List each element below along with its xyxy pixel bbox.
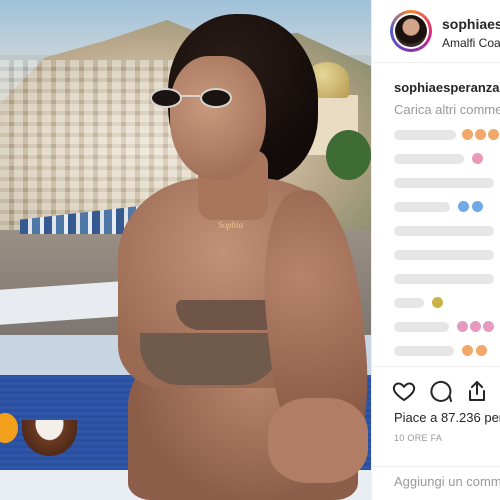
- blurred-comment: [394, 322, 449, 332]
- emoji-icon: [472, 201, 483, 212]
- face: [170, 56, 266, 180]
- avatar-image: [395, 15, 427, 47]
- blurred-comment: [394, 274, 494, 284]
- emoji-icon: [462, 345, 473, 356]
- post-location[interactable]: Amalfi Coast: [442, 36, 500, 50]
- blurred-comment: [394, 178, 494, 188]
- sunglasses: [150, 88, 246, 108]
- right-lens: [200, 88, 232, 108]
- emoji-icon: [462, 129, 473, 140]
- blurred-comment: [394, 202, 450, 212]
- blurred-comment: [394, 154, 464, 164]
- post-side-panel: sophiaesperanza Amalfi Coast sophiaesper…: [371, 0, 500, 500]
- post-timestamp: 10 ORE FA: [394, 433, 443, 443]
- hands: [268, 398, 368, 483]
- blurred-comment: [394, 250, 494, 260]
- necklace-text: Sophia: [218, 220, 244, 230]
- emoji-icon: [476, 345, 487, 356]
- share-icon[interactable]: [465, 379, 489, 403]
- tree: [326, 130, 371, 180]
- story-ring[interactable]: [390, 10, 432, 52]
- emoji-icon: [472, 153, 483, 164]
- post-username[interactable]: sophiaesperanza: [442, 16, 500, 32]
- bikini-bottom: [140, 333, 280, 385]
- caption: sophiaesperanza in: [394, 80, 500, 95]
- blurred-comment: [394, 346, 454, 356]
- emoji-icon: [432, 297, 443, 308]
- emoji-icon: [470, 321, 481, 332]
- heart-icon[interactable]: [392, 379, 416, 403]
- emoji-icon: [458, 201, 469, 212]
- emoji-icon: [488, 129, 499, 140]
- left-lens: [150, 88, 182, 108]
- likes-count[interactable]: Piace a 87.236 pers: [394, 410, 500, 425]
- post-header: sophiaesperanza Amalfi Coast: [372, 0, 500, 63]
- comment-bubble-icon[interactable]: [429, 379, 453, 403]
- emoji-icon: [483, 321, 494, 332]
- add-comment-input[interactable]: Aggiungi un comme: [394, 474, 500, 489]
- comments-list[interactable]: sophiaesperanza in Carica altri comme: [372, 62, 500, 366]
- caption-username[interactable]: sophiaesperanza: [394, 80, 500, 95]
- glasses-bridge: [180, 95, 200, 97]
- add-comment-bar: Aggiungi un comme: [372, 466, 500, 500]
- load-more-comments-link[interactable]: Carica altri comme: [394, 102, 500, 117]
- blurred-comment: [394, 226, 494, 236]
- blurred-comment: [394, 298, 424, 308]
- emoji-icon: [475, 129, 486, 140]
- emoji-icon: [457, 321, 468, 332]
- name-necklace: Sophia: [218, 215, 258, 230]
- blurred-comment: [394, 130, 456, 140]
- post-actions: Piace a 87.236 pers 10 ORE FA: [372, 366, 500, 467]
- post-photo[interactable]: Sophia: [0, 0, 371, 500]
- avatar[interactable]: [393, 13, 429, 49]
